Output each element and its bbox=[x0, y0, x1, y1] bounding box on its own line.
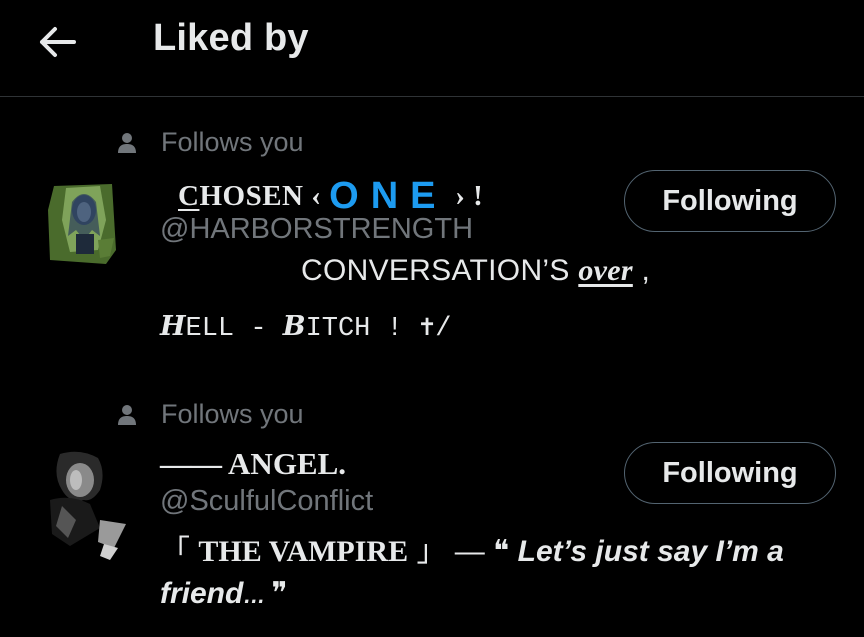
display-name-bracket-open: ‹ bbox=[303, 180, 330, 212]
bio-quote: Let’s just say I’m a bbox=[509, 535, 784, 568]
close-quote-icon: ❞ bbox=[271, 577, 288, 610]
top-bar: Liked by bbox=[0, 0, 864, 97]
bio-line-2: friend… ❞ bbox=[160, 576, 288, 611]
display-name-initial: C bbox=[178, 180, 200, 212]
open-quote-icon: ❝ bbox=[493, 535, 510, 568]
bio-text: CONVERSATION’S bbox=[301, 254, 579, 287]
follows-you-label: Follows you bbox=[161, 399, 304, 429]
user-handle[interactable]: @SculfulConflict bbox=[160, 485, 373, 518]
following-button[interactable]: Following bbox=[624, 170, 836, 232]
display-name[interactable]: —— ANGEL. bbox=[160, 446, 346, 482]
display-name-bracket-close: › ! bbox=[447, 180, 484, 212]
bio-tail: , bbox=[632, 254, 651, 287]
bio-vampire: THE VAMPIRE bbox=[198, 535, 409, 568]
display-name[interactable]: CHOSEN ‹ ONE › ! bbox=[178, 172, 484, 217]
avatar-image bbox=[50, 451, 126, 560]
arrow-left-icon bbox=[40, 27, 76, 57]
following-button[interactable]: Following bbox=[624, 442, 836, 504]
bio-friend: friend bbox=[160, 577, 244, 610]
avatar[interactable] bbox=[48, 180, 118, 264]
follows-you-label: Follows you bbox=[161, 127, 304, 157]
bio-dash: — bbox=[446, 535, 494, 568]
bio-itch: ITCH ! bbox=[305, 314, 419, 344]
display-name-one: ONE bbox=[329, 175, 448, 217]
user-handle[interactable]: @HARBORSTRENGTH bbox=[160, 213, 473, 246]
bracket-close: 」 bbox=[408, 535, 447, 568]
bio-script-h: H bbox=[160, 311, 186, 342]
avatar[interactable] bbox=[40, 450, 130, 560]
bio-line-1: 「 THE VAMPIRE 」 — ❝ Let’s just say I’m a bbox=[160, 526, 784, 570]
bio-over: over bbox=[578, 254, 633, 287]
bracket-open: 「 bbox=[160, 535, 199, 568]
person-icon bbox=[118, 404, 136, 425]
back-button[interactable] bbox=[34, 18, 82, 66]
display-name-rest: HOSEN bbox=[199, 180, 304, 212]
bio-slash: / bbox=[435, 314, 452, 344]
bio-ellipsis: … bbox=[243, 583, 272, 608]
follows-you-row: Follows you bbox=[117, 399, 304, 430]
follows-you-row: Follows you bbox=[117, 127, 304, 158]
bio-line-1: CONVERSATION’S over , bbox=[301, 254, 650, 288]
cross-icon: ✝ bbox=[418, 314, 436, 344]
person-icon bbox=[118, 132, 136, 153]
bio-script-b: B bbox=[282, 311, 306, 342]
bio-line-2: HELL - BITCH ! ✝/ bbox=[160, 311, 451, 344]
page-title: Liked by bbox=[153, 17, 309, 59]
bio-ell: ELL - bbox=[185, 314, 283, 344]
avatar-image bbox=[48, 184, 116, 264]
